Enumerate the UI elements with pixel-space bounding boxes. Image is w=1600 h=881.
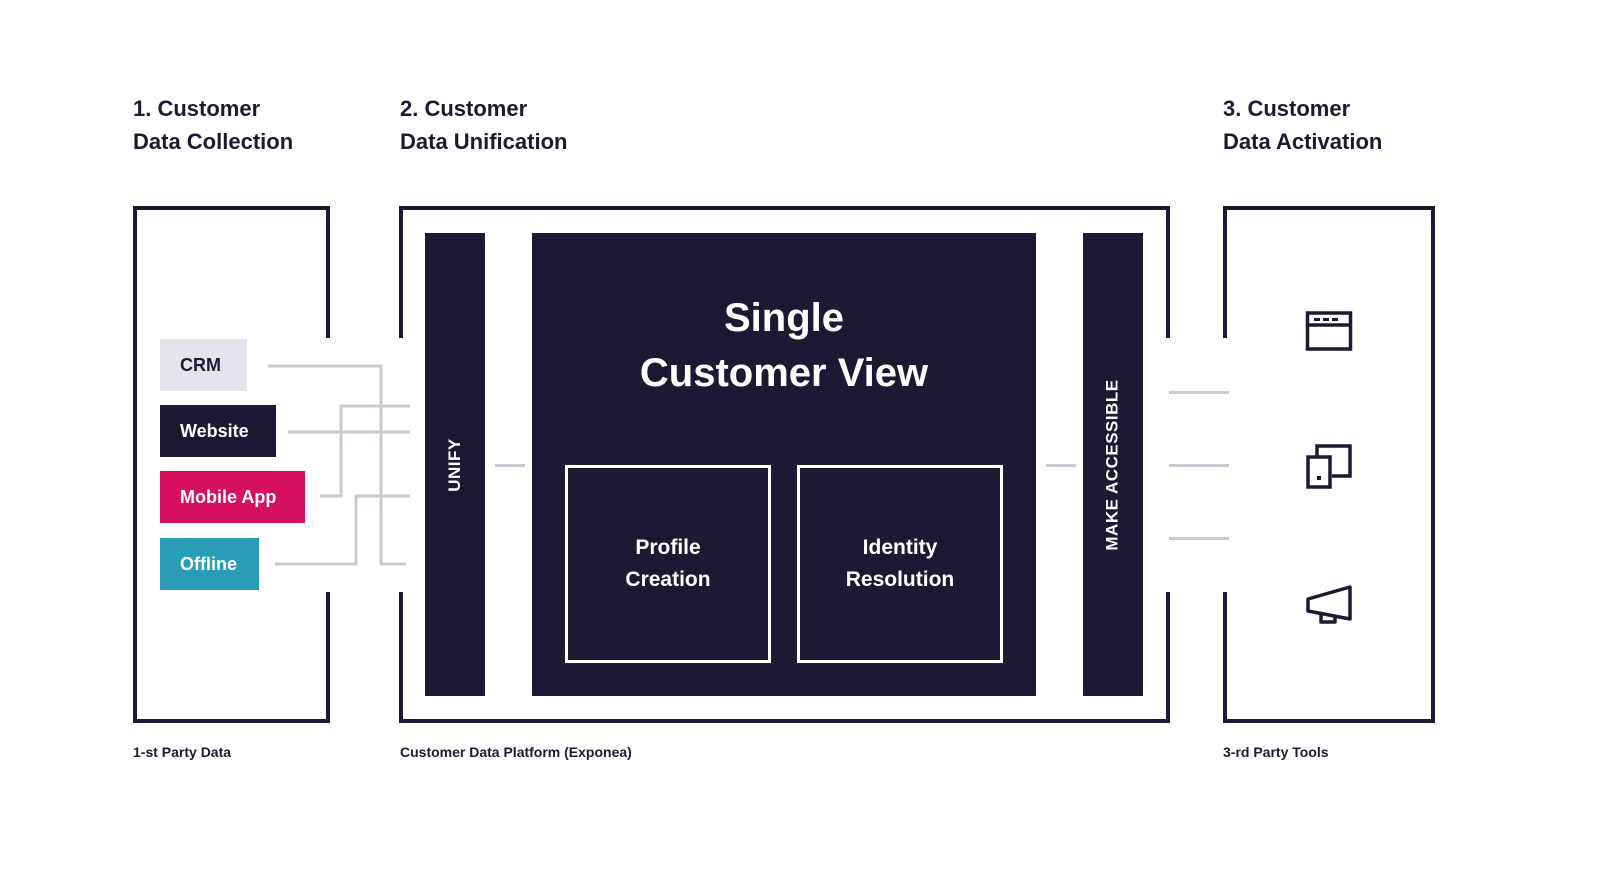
caption-cdp: Customer Data Platform (Exponea) bbox=[400, 744, 632, 760]
source-label: Offline bbox=[180, 553, 237, 574]
source-mobile-app[interactable]: Mobile App bbox=[160, 471, 305, 523]
source-offline[interactable]: Offline bbox=[160, 538, 259, 590]
connector-tool-3 bbox=[1169, 537, 1229, 540]
source-crm[interactable]: CRM bbox=[160, 339, 247, 391]
unify-bar: UNIFY bbox=[425, 233, 485, 696]
section-heading-collection: 1. Customer Data Collection bbox=[133, 92, 293, 158]
heading-line: Data Activation bbox=[1223, 129, 1383, 154]
make-accessible-bar: MAKE ACCESSIBLE bbox=[1083, 233, 1143, 696]
caption-first-party: 1-st Party Data bbox=[133, 744, 232, 760]
profile-line: Creation bbox=[625, 568, 711, 591]
section-heading-activation: 3. Customer Data Activation bbox=[1223, 92, 1382, 158]
unify-label: UNIFY bbox=[445, 437, 464, 492]
source-connectors bbox=[268, 364, 410, 566]
caption-third-party: 3-rd Party Tools bbox=[1223, 744, 1329, 760]
browser-window-icon bbox=[1305, 311, 1353, 351]
heading-line: 1. Customer bbox=[133, 96, 261, 121]
heading-line: Data Collection bbox=[133, 129, 294, 154]
connector-crm bbox=[268, 364, 406, 566]
identity-resolution-box: Identity Resolution bbox=[797, 465, 1003, 663]
profile-creation-box: Profile Creation bbox=[565, 465, 771, 663]
connector-tool-1 bbox=[1169, 391, 1229, 394]
connector-unify-scv bbox=[495, 464, 525, 467]
connector-scv-accessible bbox=[1046, 464, 1076, 467]
source-website[interactable]: Website bbox=[160, 405, 276, 457]
devices-icon bbox=[1306, 444, 1352, 489]
profile-line: Profile bbox=[635, 536, 701, 559]
source-label: CRM bbox=[180, 354, 221, 375]
connector-mobile bbox=[320, 404, 410, 498]
source-label: Website bbox=[180, 420, 249, 441]
identity-line: Identity bbox=[862, 536, 938, 559]
heading-line: 2. Customer bbox=[400, 96, 528, 121]
megaphone-icon bbox=[1306, 585, 1352, 624]
section-heading-unification: 2. Customer Data Unification bbox=[400, 92, 567, 158]
identity-line: Resolution bbox=[845, 568, 955, 591]
source-label: Mobile App bbox=[180, 486, 277, 507]
scv-title: Single Customer View bbox=[532, 291, 1036, 401]
scv-title-line: Customer View bbox=[639, 351, 929, 395]
heading-line: 3. Customer bbox=[1223, 96, 1351, 121]
single-customer-view: Single Customer View Profile Creation Id… bbox=[532, 233, 1036, 696]
scv-title-line: Single bbox=[723, 296, 845, 340]
connector-tool-2 bbox=[1169, 464, 1229, 467]
make-accessible-label: MAKE ACCESSIBLE bbox=[1103, 378, 1122, 551]
heading-line: Data Unification bbox=[400, 129, 568, 154]
